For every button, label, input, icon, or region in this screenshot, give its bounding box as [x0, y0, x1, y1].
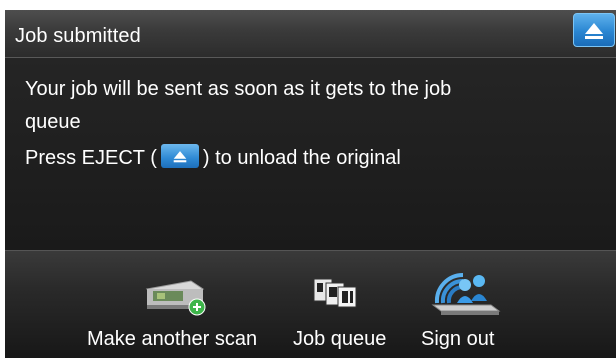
- sign-out-label: Sign out: [421, 328, 495, 350]
- action-bar: Make another scan Job queue Sign out: [5, 250, 616, 358]
- eject-inline-icon: [160, 144, 199, 168]
- message-line-3-suffix: ) to unload the original: [202, 147, 401, 169]
- page-title: Job submitted: [15, 25, 141, 47]
- message-panel: Your job will be sent as soon as it gets…: [5, 58, 616, 250]
- message-line-3: Press EJECT ( ) to unload the original: [25, 144, 401, 170]
- job-queue-icon: [313, 278, 357, 308]
- printer-screen: Job submitted Your job will be sent as s…: [5, 10, 616, 358]
- message-line-2: queue: [25, 111, 81, 133]
- sign-out-button[interactable]: Sign out: [415, 251, 515, 358]
- sign-out-icon: [431, 272, 501, 315]
- message-line-3-prefix: Press EJECT (: [25, 147, 157, 169]
- title-bar: Job submitted: [5, 10, 616, 58]
- make-another-scan-button[interactable]: Make another scan: [83, 251, 279, 358]
- job-queue-button[interactable]: Job queue: [290, 251, 402, 358]
- make-another-scan-label: Make another scan: [87, 328, 258, 350]
- eject-button[interactable]: [573, 13, 615, 47]
- scanner-add-icon: [145, 280, 206, 316]
- eject-icon: [585, 23, 603, 39]
- message-line-1: Your job will be sent as soon as it gets…: [25, 78, 452, 100]
- job-queue-label: Job queue: [293, 328, 387, 350]
